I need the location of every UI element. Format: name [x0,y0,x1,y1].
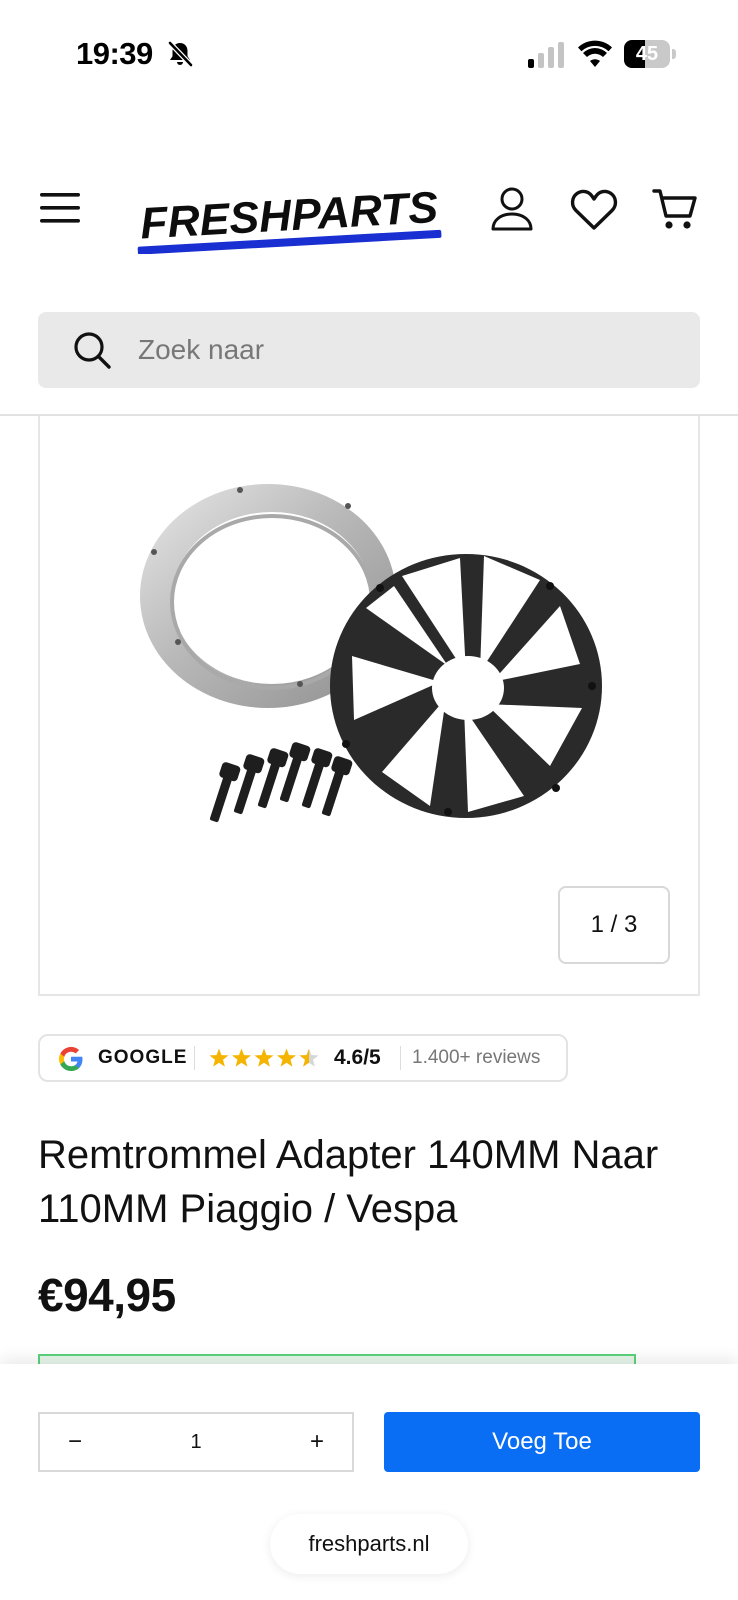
battery-icon: 45 [624,40,676,68]
star-icon [254,1048,274,1067]
star-icon [231,1048,252,1067]
google-reviews-badge[interactable]: GOOGLE 4.6/5 1.400+ reviews [38,1034,568,1082]
decrease-quantity-button[interactable]: − [40,1414,110,1470]
google-g-icon [59,1046,83,1071]
badge-separator [194,1046,195,1070]
freshparts-logo[interactable]: FRESHPARTS [136,174,450,254]
menu-icon[interactable] [38,190,82,226]
product-image[interactable] [130,476,630,856]
user-icon[interactable] [490,186,534,232]
battery-cap [672,49,676,59]
increase-quantity-button[interactable]: + [282,1414,352,1470]
add-to-cart-bar: − 1 + Voeg Toe freshparts.nl [0,1364,738,1600]
product-price: €94,95 [38,1269,176,1321]
add-to-cart-button[interactable]: Voeg Toe [384,1412,700,1472]
search-input[interactable] [138,312,678,388]
star-icon [209,1048,229,1067]
battery-body: 45 [624,40,670,68]
star-rating [209,1048,319,1067]
rating-score: 4.6/5 [334,1046,381,1069]
status-bar: 19:39 45 [0,0,738,110]
signal-icon [528,42,564,68]
star-icon [276,1048,297,1067]
product-image-gallery[interactable]: 1 / 3 [38,416,700,996]
review-source: GOOGLE [98,1047,188,1068]
wifi-icon [578,40,612,67]
site-header: FRESHPARTS [0,160,738,270]
search-icon[interactable] [72,330,112,370]
cart-icon[interactable] [652,186,698,232]
status-time: 19:39 [76,36,153,71]
browser-url-bar[interactable]: freshparts.nl [270,1514,468,1574]
heart-icon[interactable] [570,188,618,232]
image-counter[interactable]: 1 / 3 [558,886,670,964]
review-count: 1.400+ reviews [412,1047,541,1068]
search-bar[interactable] [38,312,700,388]
product-title: Remtrommel Adapter 140MM Naar 110MM Piag… [38,1133,659,1231]
badge-separator [400,1046,401,1070]
bell-slash-icon [168,41,193,67]
quantity-stepper[interactable]: − 1 + [38,1412,354,1472]
battery-level: 45 [635,43,659,65]
quantity-value[interactable]: 1 [110,1414,282,1470]
